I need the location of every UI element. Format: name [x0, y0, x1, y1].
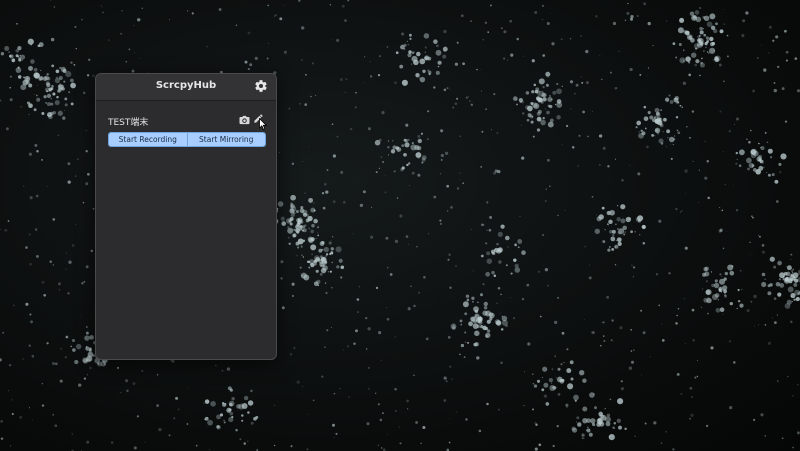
device-row: TEST端末 Start Recording Start Mirroring [102, 105, 270, 153]
gear-icon[interactable] [254, 79, 268, 93]
camera-icon[interactable] [239, 115, 250, 125]
device-action-buttons: Start Recording Start Mirroring [108, 132, 266, 147]
app-title: ScrcpyHub [155, 80, 217, 91]
device-name: TEST端末 [108, 118, 149, 128]
scrcpyhub-popover: ScrcpyHub TEST端末 Start Recording Start M… [95, 73, 277, 360]
start-recording-button[interactable]: Start Recording [109, 133, 187, 146]
mouse-cursor-icon [259, 118, 267, 130]
start-mirroring-button[interactable]: Start Mirroring [186, 133, 265, 146]
popover-titlebar: ScrcpyHub [96, 74, 276, 101]
